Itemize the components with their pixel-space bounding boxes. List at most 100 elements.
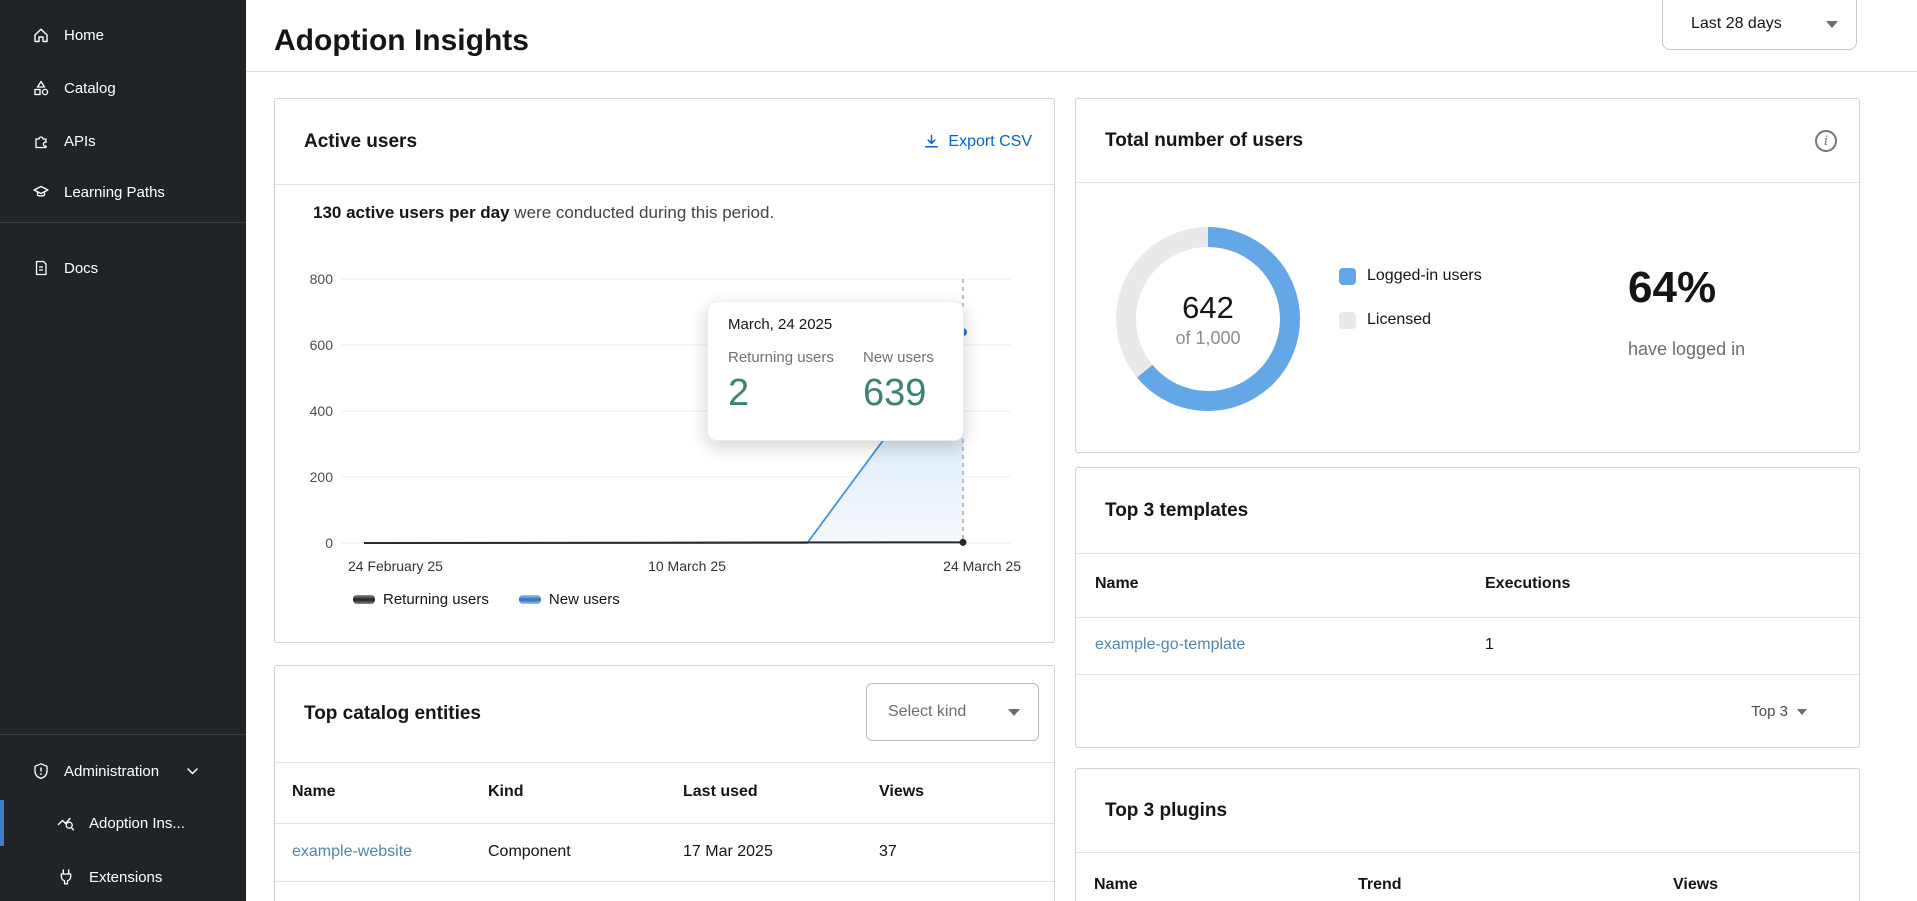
total-users-card: Total number of users i 642 of 1,000 Log… [1075, 98, 1860, 453]
new-users-swatch [519, 595, 541, 604]
row-divider [275, 823, 1054, 824]
row-divider [275, 881, 1054, 882]
chevron-down-icon [1008, 709, 1020, 716]
tooltip-date: March, 24 2025 [728, 316, 943, 333]
template-name-link[interactable]: example-go-template [1095, 636, 1245, 654]
card-title: Active users [275, 131, 417, 153]
percent-logged-in-block: 64% have logged in [1628, 263, 1745, 360]
page-size-value: Top 3 [1751, 703, 1788, 720]
templates-card-header: Top 3 templates [1076, 468, 1859, 554]
learning-paths-icon [32, 183, 50, 201]
export-csv-label: Export CSV [948, 133, 1032, 151]
licensed-swatch [1339, 312, 1356, 329]
sidebar-item-label: Learning Paths [64, 184, 165, 201]
col-header-trend: Trend [1358, 876, 1402, 894]
sidebar-item-apis[interactable]: APIs [0, 123, 246, 159]
template-executions: 1 [1485, 636, 1494, 654]
top-plugins-card: Top 3 plugins Name Trend Views [1075, 768, 1860, 901]
sidebar-item-label: Home [64, 27, 104, 44]
sidebar-divider [0, 222, 246, 223]
catalog-icon [32, 79, 50, 97]
hover-dot-bottom [960, 539, 967, 546]
card-title: Top 3 templates [1076, 500, 1248, 522]
date-range-value: Last 28 days [1691, 15, 1782, 33]
sidebar-item-learning-paths[interactable]: Learning Paths [0, 174, 246, 210]
summary-bold: 130 active users per day [313, 203, 510, 222]
sidebar-item-label: Administration [64, 763, 159, 780]
active-users-summary: 130 active users per day were conducted … [313, 203, 774, 223]
logged-in-swatch [1339, 268, 1356, 285]
chevron-down-icon [1826, 21, 1838, 28]
sidebar-item-docs[interactable]: Docs [0, 250, 246, 286]
row-divider [1076, 617, 1859, 618]
col-header-views: Views [879, 783, 924, 801]
y-tick: 200 [310, 469, 334, 485]
administration-icon [32, 762, 50, 780]
card-title: Top catalog entities [275, 703, 481, 725]
chevron-down-icon [187, 768, 198, 775]
sidebar-item-adoption-insights[interactable]: Adoption Ins... [0, 805, 246, 841]
sidebar-item-home[interactable]: Home [0, 17, 246, 53]
sidebar-item-extensions[interactable]: Extensions [0, 859, 246, 895]
export-csv-button[interactable]: Export CSV [923, 99, 1032, 184]
legend-item-returning[interactable]: Returning users [353, 591, 489, 608]
sidebar-item-label: Adoption Ins... [89, 815, 185, 832]
col-header-views: Views [1673, 876, 1718, 894]
legend-item-licensed: Licensed [1339, 311, 1431, 329]
adoption-insights-icon [57, 814, 75, 832]
plugins-card-header: Top 3 plugins [1076, 769, 1859, 853]
sidebar-item-label: Docs [64, 260, 98, 277]
chevron-down-icon [1797, 709, 1807, 715]
entity-name-link[interactable]: example-website [292, 843, 412, 861]
x-tick: 24 February 25 [348, 558, 443, 574]
active-users-card-header: Active users Export CSV [275, 99, 1054, 185]
page-size-selector[interactable]: Top 3 [1076, 674, 1859, 749]
sidebar-item-administration[interactable]: Administration [0, 753, 246, 789]
returning-users-swatch [353, 595, 375, 604]
sidebar-item-label: Catalog [64, 80, 116, 97]
download-icon [923, 133, 940, 150]
col-header-executions: Executions [1485, 575, 1570, 593]
summary-rest: were conducted during this period. [510, 203, 775, 222]
entity-kind: Component [488, 843, 571, 861]
x-tick: 24 March 25 [943, 558, 1021, 574]
info-icon[interactable]: i [1815, 130, 1837, 152]
tooltip-value-new: 639 [863, 372, 934, 415]
legend-label: New users [549, 591, 620, 608]
tooltip-value-returning: 2 [728, 372, 863, 415]
entity-views: 37 [879, 843, 897, 861]
total-users-card-header: Total number of users i [1076, 99, 1859, 183]
percent-value: 64% [1628, 263, 1745, 313]
col-header-name: Name [292, 783, 336, 801]
card-title: Total number of users [1076, 130, 1303, 152]
chart-legend: Returning users New users [353, 591, 620, 608]
entity-last-used: 17 Mar 2025 [683, 843, 773, 861]
y-tick: 800 [310, 271, 334, 287]
page-title: Adoption Insights [274, 24, 529, 58]
chart-tooltip: March, 24 2025 Returning users 2 New use… [707, 301, 964, 441]
col-header-name: Name [1095, 575, 1139, 593]
tooltip-label-new: New users [863, 349, 934, 366]
tooltip-label-returning: Returning users [728, 349, 863, 366]
sidebar-item-catalog[interactable]: Catalog [0, 70, 246, 106]
kind-select-value: Select kind [888, 703, 966, 721]
adoption-insights-page: Home Catalog APIs Learning Paths Docs Ad… [0, 0, 1917, 901]
y-tick: 600 [310, 337, 334, 353]
card-title: Top 3 plugins [1076, 800, 1227, 822]
top-templates-card: Top 3 templates Name Executions example-… [1075, 467, 1860, 748]
x-tick: 10 March 25 [648, 558, 726, 574]
active-item-indicator [0, 800, 4, 846]
date-range-select[interactable]: Last 28 days [1662, 0, 1857, 50]
docs-icon [32, 259, 50, 277]
legend-label: Licensed [1367, 311, 1431, 329]
catalog-card-header: Top catalog entities Select kind [275, 666, 1054, 763]
y-tick: 400 [310, 403, 334, 419]
kind-select[interactable]: Select kind [866, 683, 1039, 741]
active-users-card: Active users Export CSV 130 active users… [274, 98, 1055, 643]
y-tick: 0 [325, 535, 333, 551]
sidebar-divider [0, 734, 246, 735]
legend-item-new[interactable]: New users [519, 591, 620, 608]
legend-label: Logged-in users [1367, 267, 1482, 285]
logged-in-users-donut [1104, 215, 1312, 423]
series-returning-line [364, 542, 963, 543]
